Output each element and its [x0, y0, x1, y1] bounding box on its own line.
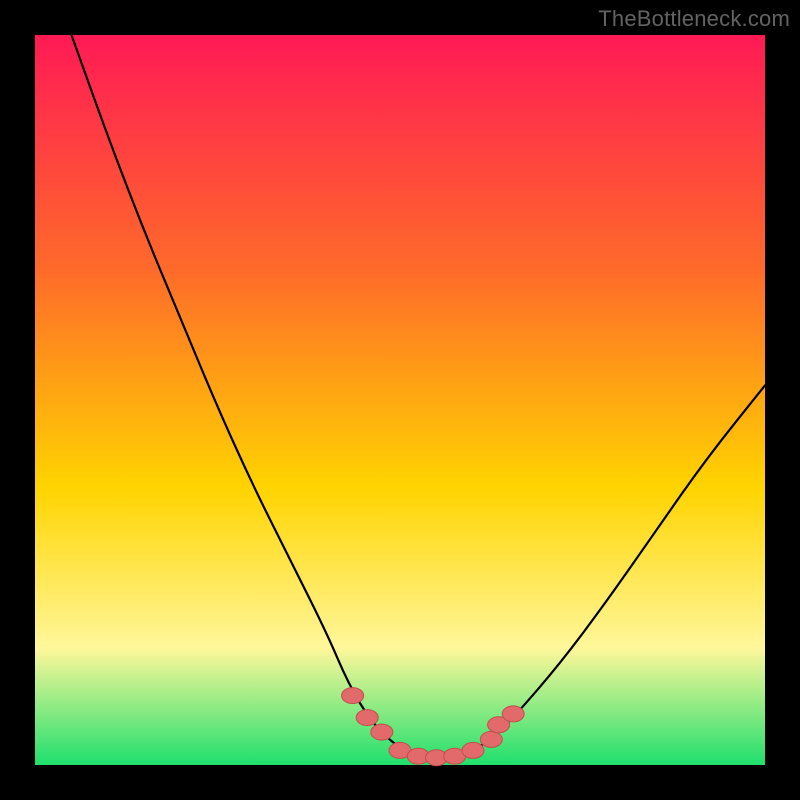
watermark-label: TheBottleneck.com — [598, 6, 790, 32]
bottleneck-chart — [0, 0, 800, 800]
plot-background — [35, 35, 765, 765]
marker-point — [371, 724, 393, 740]
marker-point — [356, 710, 378, 726]
chart-frame: TheBottleneck.com — [0, 0, 800, 800]
marker-point — [502, 706, 524, 722]
marker-point — [480, 731, 502, 747]
marker-point — [342, 688, 364, 704]
marker-point — [462, 742, 484, 758]
